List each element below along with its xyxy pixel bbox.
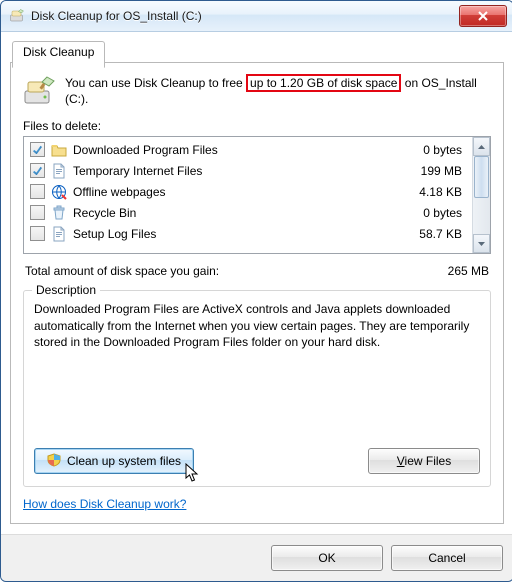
broom-drive-icon — [23, 75, 55, 107]
list-item[interactable]: Setup Log Files58.7 KB — [24, 223, 472, 244]
clean-up-system-files-button[interactable]: Clean up system files — [34, 448, 194, 474]
cancel-label: Cancel — [428, 551, 465, 565]
list-item[interactable]: Recycle Bin0 bytes — [24, 202, 472, 223]
tab-panel: You can use Disk Cleanup to free up to 1… — [10, 63, 504, 524]
item-name: Recycle Bin — [73, 206, 392, 220]
offline-icon — [51, 184, 67, 200]
disk-cleanup-icon — [9, 8, 25, 24]
checkbox[interactable] — [30, 163, 45, 178]
page-icon — [51, 163, 67, 179]
window-title: Disk Cleanup for OS_Install (C:) — [31, 9, 459, 23]
checkbox[interactable] — [30, 205, 45, 220]
ok-button[interactable]: OK — [271, 545, 383, 571]
dialog-window: Disk Cleanup for OS_Install (C:) Disk Cl… — [0, 0, 512, 582]
files-listbox[interactable]: Downloaded Program Files0 bytesTemporary… — [23, 136, 491, 254]
intro-highlight: up to 1.20 GB of disk space — [246, 74, 401, 92]
tab-label: Disk Cleanup — [23, 45, 94, 59]
intro-row: You can use Disk Cleanup to free up to 1… — [23, 75, 491, 107]
scroll-thumb[interactable] — [474, 156, 489, 198]
view-files-button[interactable]: View Files — [368, 448, 480, 474]
description-group: Description Downloaded Program Files are… — [23, 290, 491, 487]
checkbox[interactable] — [30, 226, 45, 241]
checkbox[interactable] — [30, 184, 45, 199]
list-item[interactable]: Downloaded Program Files0 bytes — [24, 139, 472, 160]
intro-text: You can use Disk Cleanup to free up to 1… — [65, 75, 491, 107]
item-size: 199 MB — [392, 164, 466, 178]
totals-value: 265 MB — [448, 264, 489, 278]
help-link[interactable]: How does Disk Cleanup work? — [23, 497, 491, 511]
item-name: Temporary Internet Files — [73, 164, 392, 178]
chevron-down-icon — [478, 242, 485, 246]
list-item[interactable]: Offline webpages4.18 KB — [24, 181, 472, 202]
item-name: Setup Log Files — [73, 227, 392, 241]
bin-icon — [51, 205, 67, 221]
cancel-button[interactable]: Cancel — [391, 545, 503, 571]
scrollbar[interactable] — [472, 137, 490, 253]
scroll-down-button[interactable] — [473, 234, 490, 253]
close-icon — [478, 11, 488, 21]
shield-icon — [47, 453, 61, 470]
list-item[interactable]: Temporary Internet Files199 MB — [24, 160, 472, 181]
intro-before: You can use Disk Cleanup to free — [65, 76, 243, 90]
description-legend: Description — [32, 283, 100, 297]
close-button[interactable] — [459, 5, 507, 27]
item-size: 0 bytes — [392, 206, 466, 220]
client-area: Disk Cleanup You can use Disk Cleanup to… — [1, 32, 512, 534]
cursor-icon — [185, 463, 201, 485]
folder-icon — [51, 142, 67, 158]
dialog-button-row: OK Cancel — [1, 534, 512, 581]
scroll-track[interactable] — [473, 156, 490, 234]
page-icon — [51, 226, 67, 242]
files-to-delete-label: Files to delete: — [23, 119, 491, 133]
item-size: 58.7 KB — [392, 227, 466, 241]
item-name: Offline webpages — [73, 185, 392, 199]
chevron-up-icon — [478, 145, 485, 149]
item-size: 4.18 KB — [392, 185, 466, 199]
item-size: 0 bytes — [392, 143, 466, 157]
clean-up-system-files-label: Clean up system files — [67, 454, 181, 468]
scroll-up-button[interactable] — [473, 137, 490, 156]
view-files-label: iew Files — [405, 454, 452, 468]
totals-label: Total amount of disk space you gain: — [25, 264, 448, 278]
ok-label: OK — [318, 551, 335, 565]
tab-disk-cleanup[interactable]: Disk Cleanup — [12, 41, 105, 68]
description-text: Downloaded Program Files are ActiveX con… — [34, 301, 480, 350]
checkbox[interactable] — [30, 142, 45, 157]
totals-row: Total amount of disk space you gain: 265… — [25, 264, 489, 278]
tab-strip: Disk Cleanup — [10, 40, 504, 63]
item-name: Downloaded Program Files — [73, 143, 392, 157]
titlebar[interactable]: Disk Cleanup for OS_Install (C:) — [1, 1, 512, 32]
